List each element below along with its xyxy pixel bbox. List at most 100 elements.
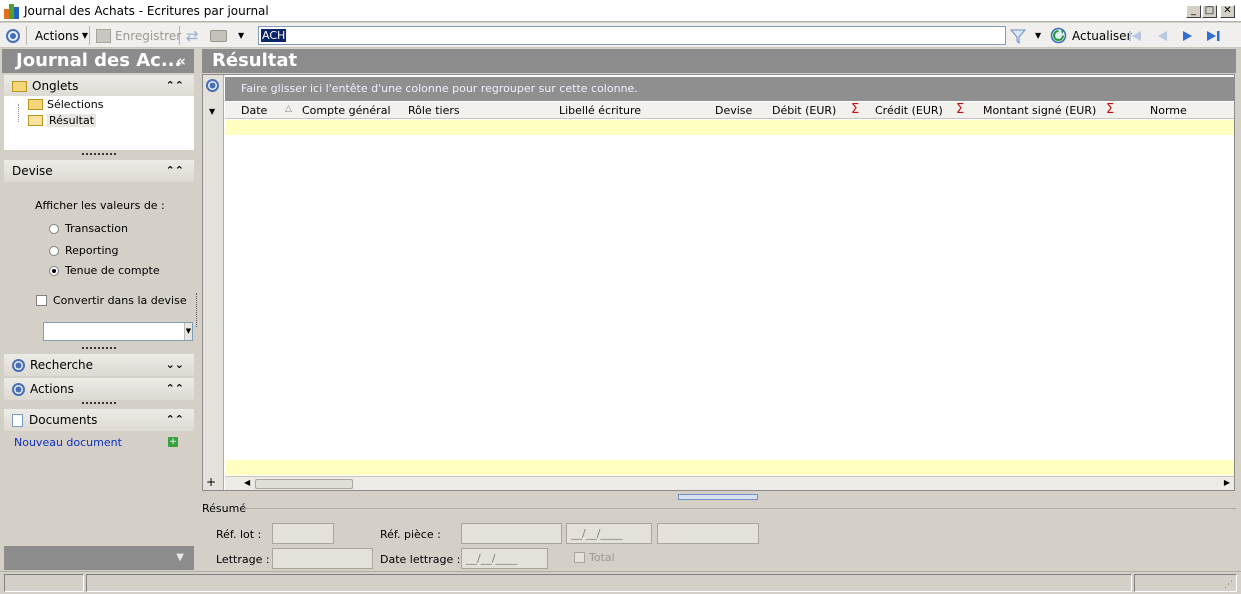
toolbar-separator: [89, 26, 90, 45]
minimize-icon: _: [1191, 5, 1196, 16]
lettering-date-label: Date lettrage :: [380, 553, 461, 566]
scroll-right-icon[interactable]: ▶: [1224, 478, 1230, 487]
dropdown-arrow-icon: ▼: [238, 31, 245, 40]
printer-icon: [210, 29, 227, 42]
target-icon: [12, 382, 25, 396]
print-button[interactable]: [210, 26, 227, 45]
options-button[interactable]: [6, 26, 20, 45]
radio-label: Reporting: [65, 244, 119, 257]
column-header-credit[interactable]: Crédit (EUR): [875, 104, 943, 117]
tree-item-selections[interactable]: Sélections: [28, 98, 103, 111]
lot-ref-label: Réf. lot :: [216, 528, 262, 541]
scroll-left-icon[interactable]: ◀: [244, 478, 250, 487]
radio-transaction[interactable]: Transaction: [49, 222, 128, 235]
lettering-date-field[interactable]: __/__/____: [461, 548, 548, 569]
resize-grip-icon[interactable]: ⋰: [1224, 580, 1233, 590]
column-headers: Date △ Compte général Rôle tiers Libellé…: [225, 102, 1234, 119]
sync-button[interactable]: ⇄: [186, 26, 199, 45]
grid-menu-arrow-icon[interactable]: ▼: [209, 107, 215, 116]
journal-code-input[interactable]: ACH: [258, 26, 1006, 45]
tree-item-label: Sélections: [47, 98, 104, 111]
radio-reporting[interactable]: Reporting: [49, 244, 118, 257]
next-icon: [1183, 30, 1192, 41]
last-record-button[interactable]: [1206, 26, 1222, 45]
column-header-date[interactable]: Date: [241, 104, 267, 117]
actions-menu-button[interactable]: Actions ▼: [35, 26, 88, 45]
resize-grip[interactable]: [196, 293, 197, 327]
add-row-button[interactable]: +: [206, 475, 216, 489]
column-header-entry-label[interactable]: Libellé écriture: [559, 104, 641, 117]
column-header-signed-amount[interactable]: Montant signé (EUR): [983, 104, 1096, 117]
piece-ref-field[interactable]: [461, 523, 562, 544]
status-cell: [86, 574, 1132, 592]
lot-ref-field[interactable]: [272, 523, 334, 544]
new-document-link[interactable]: Nouveau document: [14, 436, 122, 449]
first-record-button[interactable]: [1128, 26, 1142, 45]
horizontal-scrollbar[interactable]: ◀ ▶: [225, 476, 1234, 490]
grid-options-icon[interactable]: [206, 79, 219, 92]
previous-record-button[interactable]: [1155, 26, 1169, 45]
lettering-field[interactable]: [272, 548, 373, 569]
resize-grip[interactable]: [82, 347, 116, 349]
radio-label: Transaction: [65, 222, 128, 235]
sum-credit-icon[interactable]: Σ: [956, 102, 964, 117]
actions-section-header[interactable]: Actions ⌃⌃: [4, 378, 194, 400]
add-document-icon[interactable]: +: [168, 437, 178, 447]
chevron-down-icon[interactable]: ▼: [176, 552, 184, 563]
next-record-button[interactable]: [1181, 26, 1195, 45]
tabs-tree: Sélections Résultat: [4, 96, 194, 150]
convert-currency-checkbox[interactable]: Convertir dans la devise: [36, 294, 187, 307]
filter-dropdown-button[interactable]: ▼: [1035, 26, 1041, 45]
search-section-header[interactable]: Recherche ⌄⌄: [4, 354, 194, 376]
folder-icon: [12, 80, 27, 92]
save-button[interactable]: Enregistrer: [96, 26, 181, 45]
lettering-label: Lettrage :: [216, 553, 270, 566]
expand-down-icon: ⌄⌄: [165, 358, 184, 371]
close-button[interactable]: ✕: [1220, 5, 1235, 18]
column-header-currency[interactable]: Devise: [715, 104, 752, 117]
actions-menu-label: Actions: [35, 28, 79, 43]
target-icon: [6, 28, 20, 43]
panel-splitter[interactable]: [678, 494, 758, 500]
print-dropdown-button[interactable]: ▼: [238, 26, 244, 45]
sum-debit-icon[interactable]: Σ: [851, 102, 859, 117]
maximize-button[interactable]: □: [1202, 5, 1217, 18]
sum-signed-amount-icon[interactable]: Σ: [1106, 102, 1114, 117]
column-header-debit[interactable]: Débit (EUR): [772, 104, 836, 117]
currency-section-header[interactable]: Devise ⌃⌃: [4, 160, 194, 182]
tree-item-result[interactable]: Résultat: [28, 114, 97, 127]
collapse-panel-button[interactable]: «: [176, 49, 186, 73]
group-by-bar[interactable]: Faire glisser ici l'entête d'une colonne…: [225, 77, 1234, 101]
previous-icon: [1158, 30, 1167, 41]
filter-row[interactable]: [225, 120, 1234, 135]
currency-select[interactable]: ▼: [43, 322, 193, 341]
collapse-up-icon: ⌃⌃: [165, 79, 184, 92]
journal-code-value: ACH: [261, 29, 287, 42]
toolbar: Actions ▼ Enregistrer ⇄ ▼ ACH ▼ Actualis…: [0, 23, 1241, 48]
refresh-button[interactable]: Actualiser: [1050, 26, 1132, 45]
tabs-section-header[interactable]: Onglets ⌃⌃: [4, 75, 194, 97]
radio-account-keeping[interactable]: Tenue de compte: [49, 264, 160, 277]
scrollbar-thumb[interactable]: [255, 479, 353, 489]
tabs-section-label: Onglets: [32, 79, 79, 93]
resize-grip[interactable]: [82, 153, 116, 155]
piece-date-field[interactable]: __/__/____: [566, 523, 652, 544]
total-checkbox[interactable]: Total: [574, 551, 615, 564]
tree-item-label: Résultat: [47, 114, 97, 127]
results-grid: ▼ + Faire glisser ici l'entête d'une col…: [202, 74, 1235, 491]
currency-section-label: Devise: [12, 164, 53, 178]
status-bar: ⋰: [0, 571, 1241, 594]
column-header-standard[interactable]: Norme: [1150, 104, 1187, 117]
folder-icon: [28, 99, 43, 110]
documents-section-header[interactable]: Documents ⌃⌃: [4, 409, 194, 431]
column-header-general-account[interactable]: Compte général: [302, 104, 391, 117]
minimize-button[interactable]: _: [1186, 5, 1201, 18]
status-cell: [4, 574, 84, 592]
document-icon: [12, 413, 23, 427]
filter-button[interactable]: [1010, 26, 1026, 45]
column-header-third-party-role[interactable]: Rôle tiers: [408, 104, 460, 117]
dropdown-arrow-icon: ▼: [81, 31, 88, 40]
close-icon: ✕: [1223, 5, 1232, 16]
resize-grip[interactable]: [82, 402, 116, 404]
piece-extra-field[interactable]: [657, 523, 759, 544]
